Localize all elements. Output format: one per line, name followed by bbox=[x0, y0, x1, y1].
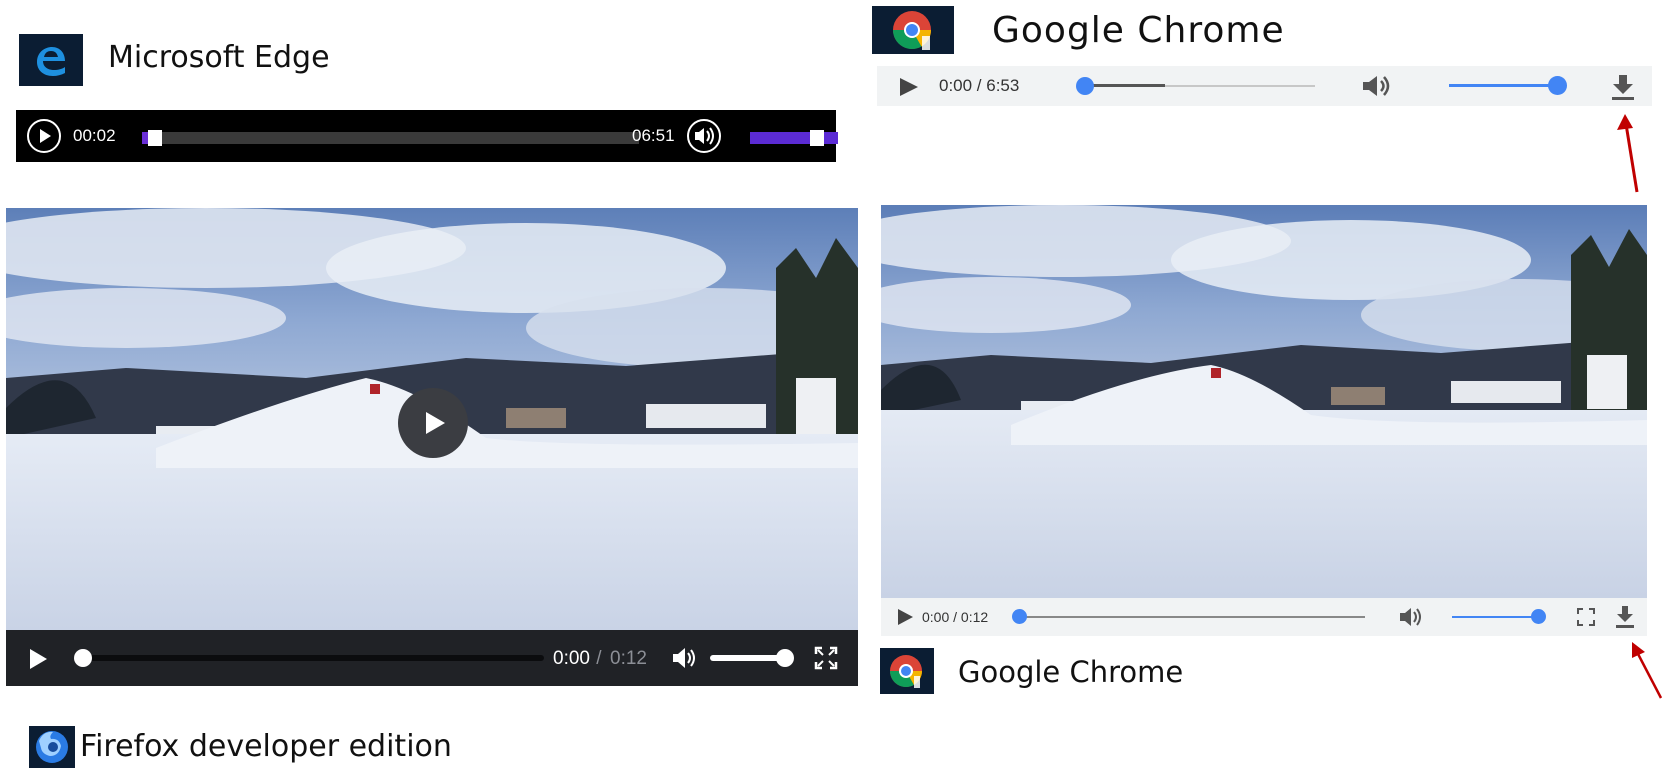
firefox-volume-slider[interactable] bbox=[710, 655, 786, 661]
chrome-audio-volume-slider[interactable] bbox=[1449, 84, 1557, 87]
firefox-label: Firefox developer edition bbox=[80, 729, 452, 764]
snow-scene-image bbox=[881, 205, 1647, 598]
edge-duration: 06:51 bbox=[632, 126, 675, 145]
chrome-video-controls: 0:00 / 0:12 bbox=[881, 598, 1647, 636]
edge-volume-slider[interactable] bbox=[750, 132, 838, 144]
chrome-top-label: Google Chrome bbox=[992, 10, 1285, 51]
firefox-video-frame[interactable] bbox=[6, 208, 858, 630]
chrome-bottom-label: Google Chrome bbox=[958, 655, 1184, 689]
chrome-video-seek-thumb[interactable] bbox=[1012, 609, 1027, 624]
chrome-audio-volume-thumb[interactable] bbox=[1548, 76, 1567, 95]
chrome-logo-icon bbox=[880, 648, 934, 694]
download-icon[interactable] bbox=[1609, 72, 1637, 102]
chrome-audio-time: 0:00 / 6:53 bbox=[939, 76, 1020, 95]
firefox-duration: 0:12 bbox=[610, 648, 647, 669]
firefox-current-time: 0:00 bbox=[553, 648, 590, 669]
fullscreen-icon[interactable] bbox=[1576, 607, 1596, 627]
edge-current-time: 00:02 bbox=[73, 126, 116, 145]
chrome-audio-seek-thumb[interactable] bbox=[1076, 77, 1094, 95]
firefox-seek-bar[interactable] bbox=[74, 655, 544, 661]
firefox-logo-icon bbox=[29, 726, 75, 768]
volume-icon[interactable] bbox=[684, 118, 724, 154]
edge-volume-thumb[interactable] bbox=[810, 130, 824, 146]
chrome-video-volume-slider[interactable] bbox=[1452, 616, 1537, 618]
firefox-video-controls: 0:00 / 0:12 bbox=[6, 630, 858, 686]
firefox-seek-thumb[interactable] bbox=[74, 649, 92, 667]
download-icon[interactable] bbox=[1614, 604, 1636, 630]
edge-label: Microsoft Edge bbox=[108, 40, 330, 75]
fullscreen-icon[interactable] bbox=[814, 646, 838, 670]
firefox-time-separator: / bbox=[591, 648, 607, 669]
chrome-audio-player: 0:00 / 6:53 bbox=[877, 66, 1652, 106]
volume-icon[interactable] bbox=[670, 645, 698, 671]
chrome-logo-icon bbox=[872, 6, 954, 54]
edge-audio-player: 00:02 06:51 bbox=[16, 110, 838, 162]
edge-seek-bar[interactable] bbox=[142, 132, 639, 144]
chrome-video-seek-bar[interactable] bbox=[1020, 616, 1365, 618]
play-icon[interactable] bbox=[897, 76, 921, 98]
play-icon[interactable] bbox=[25, 118, 63, 154]
volume-icon[interactable] bbox=[1397, 604, 1427, 630]
play-icon[interactable] bbox=[26, 647, 50, 671]
red-arrow-annotation bbox=[1617, 114, 1639, 193]
firefox-volume-thumb[interactable] bbox=[776, 649, 794, 667]
chrome-video-time: 0:00 / 0:12 bbox=[922, 609, 989, 625]
chrome-video-volume-thumb[interactable] bbox=[1531, 609, 1546, 624]
red-arrow-annotation bbox=[1632, 642, 1663, 699]
edge-logo-icon bbox=[19, 34, 83, 86]
chrome-video-frame[interactable] bbox=[881, 205, 1647, 598]
edge-seek-thumb[interactable] bbox=[148, 130, 162, 146]
big-play-button[interactable] bbox=[397, 387, 469, 459]
volume-icon[interactable] bbox=[1359, 72, 1397, 100]
play-icon[interactable] bbox=[895, 607, 915, 627]
